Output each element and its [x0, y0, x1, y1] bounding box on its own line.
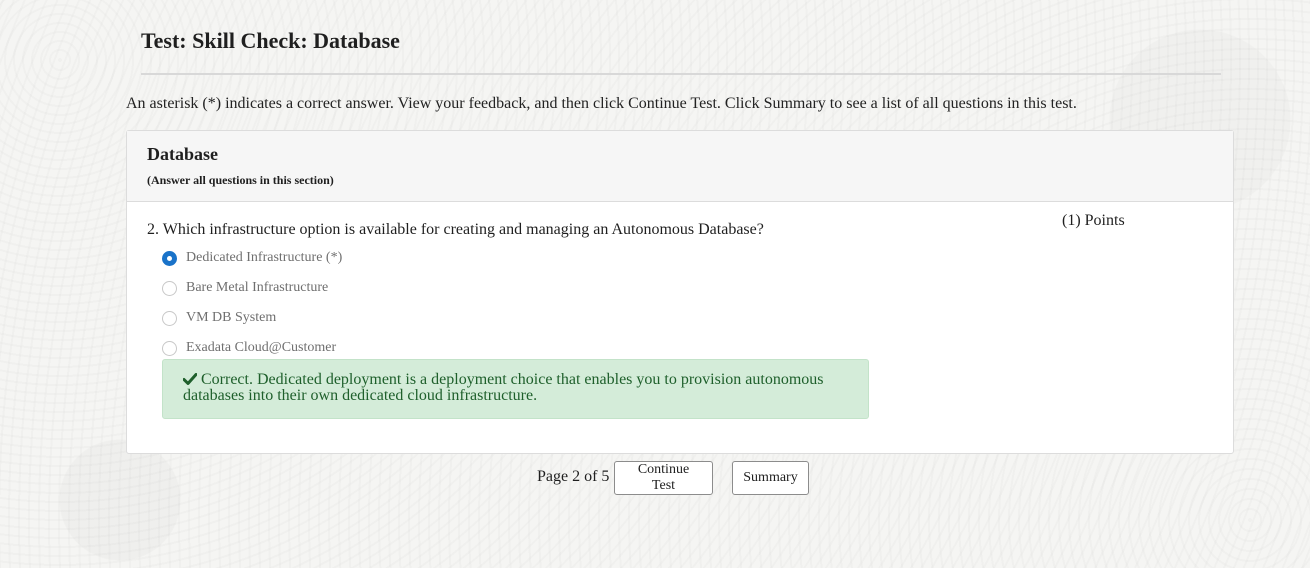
section-subtitle: (Answer all questions in this section): [147, 173, 334, 187]
radio-button[interactable]: [162, 280, 177, 296]
page-title: Test: Skill Check: Database: [141, 28, 400, 53]
feedback-text: Correct. Dedicated deployment is a deplo…: [183, 371, 824, 404]
answer-option-label: Dedicated Infrastructure (*): [186, 250, 343, 265]
answer-option-2[interactable]: Bare Metal Infrastructure: [162, 278, 328, 298]
answer-option-1[interactable]: Dedicated Infrastructure (*): [162, 248, 342, 268]
page-indicator: Page 2 of 5: [537, 468, 610, 485]
title-divider: [141, 73, 1221, 75]
section-panel: Database (Answer all questions in this s…: [126, 130, 1234, 454]
section-title: Database: [147, 144, 218, 164]
radio-button[interactable]: [162, 310, 177, 326]
radio-button-selected[interactable]: [162, 250, 177, 266]
answer-option-label: Exadata Cloud@Customer: [186, 340, 337, 355]
summary-button[interactable]: Summary: [732, 461, 809, 495]
radio-button[interactable]: [162, 340, 177, 356]
checkmark-icon: [183, 373, 197, 385]
feedback-box: Correct. Dedicated deployment is a deplo…: [162, 359, 869, 419]
section-header: Database (Answer all questions in this s…: [127, 131, 1233, 202]
question-points: (1) Points: [1062, 212, 1125, 229]
answer-option-3[interactable]: VM DB System: [162, 308, 276, 328]
answer-option-4[interactable]: Exadata Cloud@Customer: [162, 338, 336, 358]
answer-option-label: Bare Metal Infrastructure: [186, 280, 329, 295]
continue-test-button[interactable]: Continue Test: [614, 461, 713, 495]
answer-option-label: VM DB System: [186, 310, 277, 325]
instructions-text: An asterisk (*) indicates a correct answ…: [126, 95, 1077, 112]
question-text: 2. Which infrastructure option is availa…: [147, 221, 764, 238]
